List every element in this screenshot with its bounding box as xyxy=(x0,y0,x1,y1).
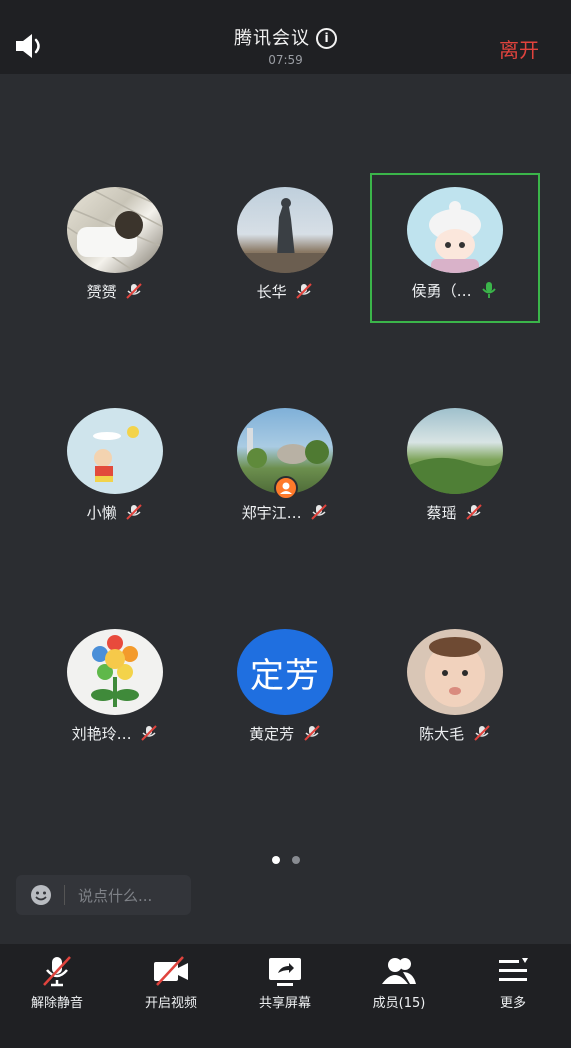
unmute-label: 解除静音 xyxy=(30,996,83,1011)
participant-name: 小懒 xyxy=(86,504,117,522)
start-video-button[interactable]: 开启视频 xyxy=(114,954,228,1024)
mic-muted-icon xyxy=(466,504,483,520)
start-video-label: 开启视频 xyxy=(144,996,197,1011)
mic-muted-icon xyxy=(304,725,320,741)
mic-muted-icon xyxy=(126,504,143,520)
mic-speaking-icon xyxy=(482,282,497,298)
participant-tile[interactable]: 陈大毛 xyxy=(370,617,540,767)
divider xyxy=(64,885,65,905)
unmute-button[interactable]: 解除静音 xyxy=(0,954,114,1024)
share-screen-icon xyxy=(269,958,301,986)
members-icon xyxy=(382,958,416,984)
avatar xyxy=(407,187,503,273)
avatar xyxy=(237,187,333,273)
leave-button[interactable]: 离开 xyxy=(499,34,539,63)
share-screen-button[interactable]: 共享屏幕 xyxy=(228,954,342,1024)
participant-name: 黄定芳 xyxy=(249,725,295,743)
participant-tile[interactable]: 刘艳玲… xyxy=(30,617,200,767)
participant-tile[interactable]: 长华 xyxy=(200,175,370,325)
avatar xyxy=(407,408,503,494)
participant-name: 侯勇（… xyxy=(411,282,472,300)
participant-tile[interactable]: 蔡瑶 xyxy=(370,396,540,546)
avatar xyxy=(67,187,163,273)
avatar xyxy=(67,408,163,494)
participant-tile-active-speaker[interactable]: 侯勇（… xyxy=(370,173,540,323)
emoji-icon[interactable] xyxy=(30,884,52,906)
page-dot-active[interactable] xyxy=(271,856,280,864)
meeting-timer: 07:59 xyxy=(268,53,303,67)
camera-off-icon xyxy=(154,956,188,986)
page-indicator[interactable] xyxy=(0,849,571,868)
participant-name: 陈大毛 xyxy=(419,725,465,743)
share-screen-label: 共享屏幕 xyxy=(258,996,311,1011)
mic-muted-icon xyxy=(296,283,313,299)
more-button[interactable]: 更多 xyxy=(456,954,570,1024)
info-icon[interactable]: i xyxy=(316,28,337,49)
participant-tile[interactable]: 赟赟 xyxy=(30,175,200,325)
participant-tile[interactable]: 定芳 黄定芳 xyxy=(200,617,370,767)
participant-name: 长华 xyxy=(256,283,287,301)
members-button[interactable]: 成员(15) xyxy=(342,954,456,1024)
participant-name: 郑宇江… xyxy=(241,504,302,522)
participant-tile[interactable]: 郑宇江… xyxy=(200,396,370,546)
page-dot[interactable] xyxy=(291,856,300,864)
participant-tile[interactable]: 小懒 xyxy=(30,396,200,546)
meeting-title: 腾讯会议 xyxy=(234,28,310,49)
top-bar: 腾讯会议 i 07:59 离开 xyxy=(0,0,571,74)
participant-name: 刘艳玲… xyxy=(71,725,132,743)
participant-name: 蔡瑶 xyxy=(426,504,457,522)
bottom-toolbar: 解除静音 开启视频 共享屏幕 成员(15) 更多 xyxy=(0,944,571,1048)
members-label: 成员(15) xyxy=(372,996,426,1011)
more-menu-icon xyxy=(499,958,528,981)
avatar-initials: 定芳 xyxy=(250,655,320,696)
mic-off-icon xyxy=(43,956,71,987)
chat-placeholder: 说点什么... xyxy=(78,887,153,905)
host-badge-icon xyxy=(274,476,298,500)
avatar xyxy=(67,629,163,715)
mic-muted-icon xyxy=(474,725,490,741)
mic-muted-icon xyxy=(126,283,143,299)
avatar xyxy=(407,629,503,715)
participant-name: 赟赟 xyxy=(86,283,117,301)
mic-muted-icon xyxy=(311,504,328,520)
avatar: 定芳 xyxy=(237,629,333,715)
mic-muted-icon xyxy=(141,725,158,741)
chat-input[interactable]: 说点什么... xyxy=(16,875,191,915)
more-label: 更多 xyxy=(499,996,526,1011)
